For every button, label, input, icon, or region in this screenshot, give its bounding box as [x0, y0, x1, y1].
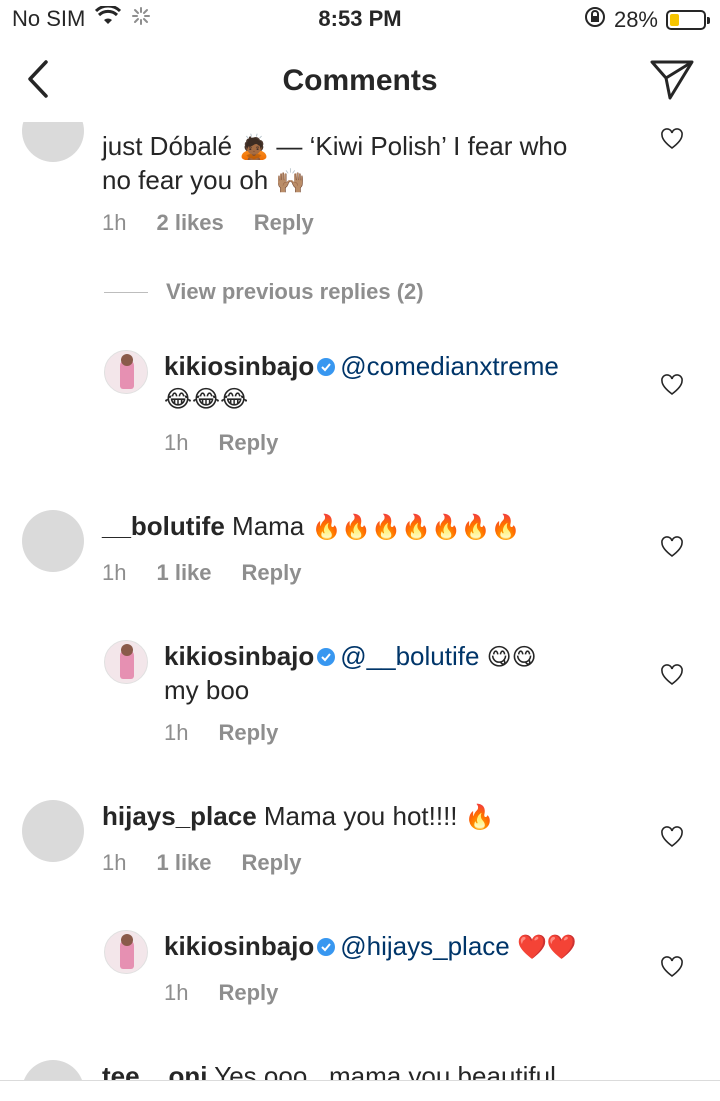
nav-bar: Comments — [0, 40, 720, 122]
verified-badge-icon — [317, 938, 336, 956]
likes-count[interactable]: 1 like — [156, 560, 211, 586]
status-bar: No SIM 8:53 PM 28% — [0, 0, 720, 40]
orientation-lock-icon — [584, 6, 606, 34]
comment-text: __bolutife Mama 🔥🔥🔥🔥🔥🔥🔥 — [102, 511, 521, 541]
avatar[interactable] — [104, 640, 148, 684]
comment-text: just Dóbalé 🙇🏾 — ‘Kiwi Polish’ I fear wh… — [102, 131, 568, 195]
page-title: Comments — [282, 64, 438, 97]
mention-link[interactable]: @hijays_place — [340, 931, 509, 961]
comment-meta: 1h Reply — [164, 720, 308, 746]
paper-plane-icon — [650, 60, 694, 100]
comment-composer-area — [0, 1081, 720, 1101]
avatar[interactable] — [22, 122, 84, 162]
heart-icon[interactable] — [660, 536, 684, 558]
reply-button[interactable]: Reply — [254, 210, 314, 236]
reply-button[interactable]: Reply — [218, 430, 278, 456]
fire-emoji: 🔥 — [464, 804, 495, 831]
comments-list[interactable]: just Dóbalé 🙇🏾 — ‘Kiwi Polish’ I fear wh… — [0, 122, 720, 1080]
divider-line — [104, 291, 148, 293]
heart-icon[interactable] — [660, 374, 684, 396]
comment-meta: 1h Reply — [164, 980, 308, 1006]
reply-button[interactable]: Reply — [218, 980, 278, 1006]
username[interactable]: hijays_place — [102, 801, 257, 831]
username[interactable]: __bolutife — [102, 511, 225, 541]
avatar[interactable] — [104, 350, 148, 394]
username[interactable]: kikiosinbajo — [164, 931, 314, 961]
comment-meta: 1h 1 like Reply — [102, 560, 331, 586]
reply-button[interactable]: Reply — [242, 850, 302, 876]
comment-time: 1h — [102, 850, 127, 875]
comment-time: 1h — [164, 430, 189, 455]
comment-time: 1h — [164, 720, 189, 745]
username[interactable]: kikiosinbajo — [164, 641, 314, 671]
comment-meta: 1h 1 like Reply — [102, 850, 331, 876]
reply-button[interactable]: Reply — [242, 560, 302, 586]
heart-icon[interactable] — [660, 826, 684, 848]
red-heart-emoji: ❤️❤️ — [516, 934, 577, 961]
battery-icon — [666, 10, 710, 30]
username[interactable]: kikiosinbajo — [164, 351, 314, 381]
comment-meta: 1h 2 likes Reply — [102, 210, 344, 236]
comment-text: tee__oni Yes ooo.. mama you beautiful — [102, 1060, 642, 1080]
likes-count[interactable]: 1 like — [156, 850, 211, 876]
comment-time: 1h — [102, 210, 127, 235]
comment-text: kikiosinbajo @hijays_place ❤️❤️ — [164, 930, 644, 964]
verified-badge-icon — [317, 648, 336, 666]
share-button[interactable] — [646, 54, 698, 104]
comment-text: hijays_place Mama you hot!!!! 🔥 — [102, 801, 495, 831]
reply-button[interactable]: Reply — [218, 720, 278, 746]
username[interactable]: tee__oni — [102, 1061, 208, 1080]
avatar[interactable] — [104, 930, 148, 974]
mention-link[interactable]: @__bolutife — [340, 641, 479, 671]
view-previous-replies-label: View previous replies (2) — [166, 279, 424, 304]
view-previous-replies[interactable]: View previous replies (2) — [104, 279, 424, 305]
verified-badge-icon — [317, 358, 336, 376]
raised-hands-emoji: 🙌🏽 — [275, 168, 306, 195]
mention-link[interactable]: @comedianxtreme — [340, 351, 559, 381]
battery-percent: 28% — [613, 7, 658, 32]
avatar[interactable] — [22, 1060, 84, 1080]
fire-emoji: 🔥🔥🔥🔥🔥🔥🔥 — [311, 514, 521, 541]
comment-text: kikiosinbajo @__bolutife 😋😋 my boo — [164, 641, 537, 705]
bowing-emoji: 🙇🏾 — [239, 134, 270, 161]
heart-icon[interactable] — [660, 664, 684, 686]
likes-count[interactable]: 2 likes — [156, 210, 223, 236]
comment-time: 1h — [164, 980, 189, 1005]
yum-emoji: 😋😋 — [486, 644, 537, 671]
heart-icon[interactable] — [660, 128, 684, 150]
heart-icon[interactable] — [660, 956, 684, 978]
laughing-emoji: 😂😂😂 — [164, 386, 249, 413]
comment-text: kikiosinbajo @comedianxtreme 😂😂😂 — [164, 350, 644, 416]
avatar[interactable] — [22, 510, 84, 572]
avatar[interactable] — [22, 800, 84, 862]
comment-meta: 1h Reply — [164, 430, 308, 456]
comment-time: 1h — [102, 560, 127, 585]
